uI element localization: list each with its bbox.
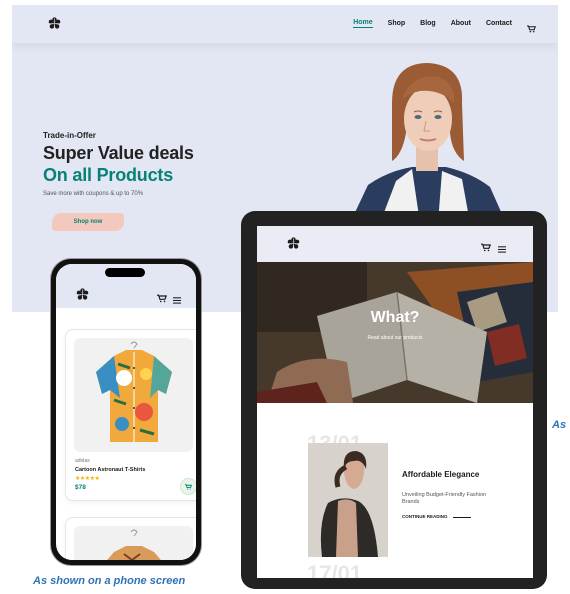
phone-frame: adidas Cartoon Astronaut T-Shirts ★★★★★ … [51,259,201,565]
hero-kicker: Trade-in-Offer [43,131,96,140]
tablet-frame: What? Read about our products 13/01 Affo… [241,211,547,589]
desktop-header: Home Shop Blog About Contact [12,5,558,43]
blog-date: 17/01 [307,561,363,578]
cart-icon[interactable] [527,20,537,32]
blog-image [308,443,388,557]
tablet-hero-title: What? [370,309,420,326]
product-brand: adidas [75,458,90,464]
nav-home[interactable]: Home [353,19,373,28]
desktop-nav: Home Shop Blog About Contact [353,19,537,32]
phone-header [56,264,196,308]
hero-text-block: Trade-in-Offer Super Value deals On all … [43,131,194,197]
add-to-cart-button[interactable] [180,478,196,495]
tablet-caption: As [552,419,567,431]
book-photo [257,262,533,403]
product-image [74,526,193,560]
cart-icon[interactable] [157,290,168,308]
product-card[interactable]: adidas Cartoon Astronaut T-Shirts ★★★★★ … [65,329,196,501]
phone-caption: As shown on a phone screen [33,575,186,587]
product-card[interactable] [65,517,196,560]
nav-about[interactable]: About [451,20,471,27]
hero-title-highlight: On all Products [43,165,174,185]
menu-icon[interactable] [173,291,181,309]
link-underline [453,517,471,518]
logo-icon[interactable] [287,237,300,250]
hero-model-image [350,63,506,223]
phone-screen: adidas Cartoon Astronaut T-Shirts ★★★★★ … [56,264,196,560]
logo-icon[interactable] [48,17,61,30]
product-price: $78 [75,484,86,491]
tablet-hero-banner: What? Read about our products [257,262,533,403]
hero-title: Super Value deals [43,143,194,163]
product-rating-stars: ★★★★★ [75,476,100,482]
continue-reading-link[interactable]: CONTINUE READING [402,514,448,519]
product-image [74,338,193,452]
phone-notch [105,268,145,277]
cart-icon [185,483,192,490]
logo-icon[interactable] [76,288,89,301]
shop-now-button[interactable]: Shop now [52,213,124,231]
tablet-screen: What? Read about our products 13/01 Affo… [257,226,533,578]
nav-blog[interactable]: Blog [420,20,436,27]
cart-icon[interactable] [481,239,492,257]
blog-title[interactable]: Affordable Elegance [402,470,492,479]
product-name[interactable]: Cartoon Astronaut T-Shirts [75,467,145,473]
hero-subtitle: Save more with coupons & up to 70% [43,191,144,197]
tablet-header [257,226,533,262]
tablet-hero-subtitle: Read about our products [367,335,423,341]
blog-description: Unveiling Budget-Friendly Fashion Brands [402,492,487,505]
menu-icon[interactable] [498,240,506,258]
nav-shop[interactable]: Shop [388,20,406,27]
nav-contact[interactable]: Contact [486,20,512,27]
